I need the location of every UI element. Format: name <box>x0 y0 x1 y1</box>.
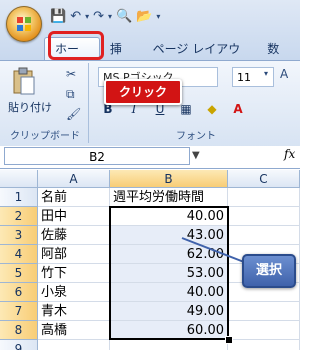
excel-window: 💾 ↶ ▾ ↷ ▾ 🔍 📂 ▾ ホーム 挿入 ページ レイアウト 数式 貼り付け… <box>0 0 300 350</box>
select-annotation: 選択 <box>242 254 296 288</box>
callout-pointer <box>181 237 245 263</box>
